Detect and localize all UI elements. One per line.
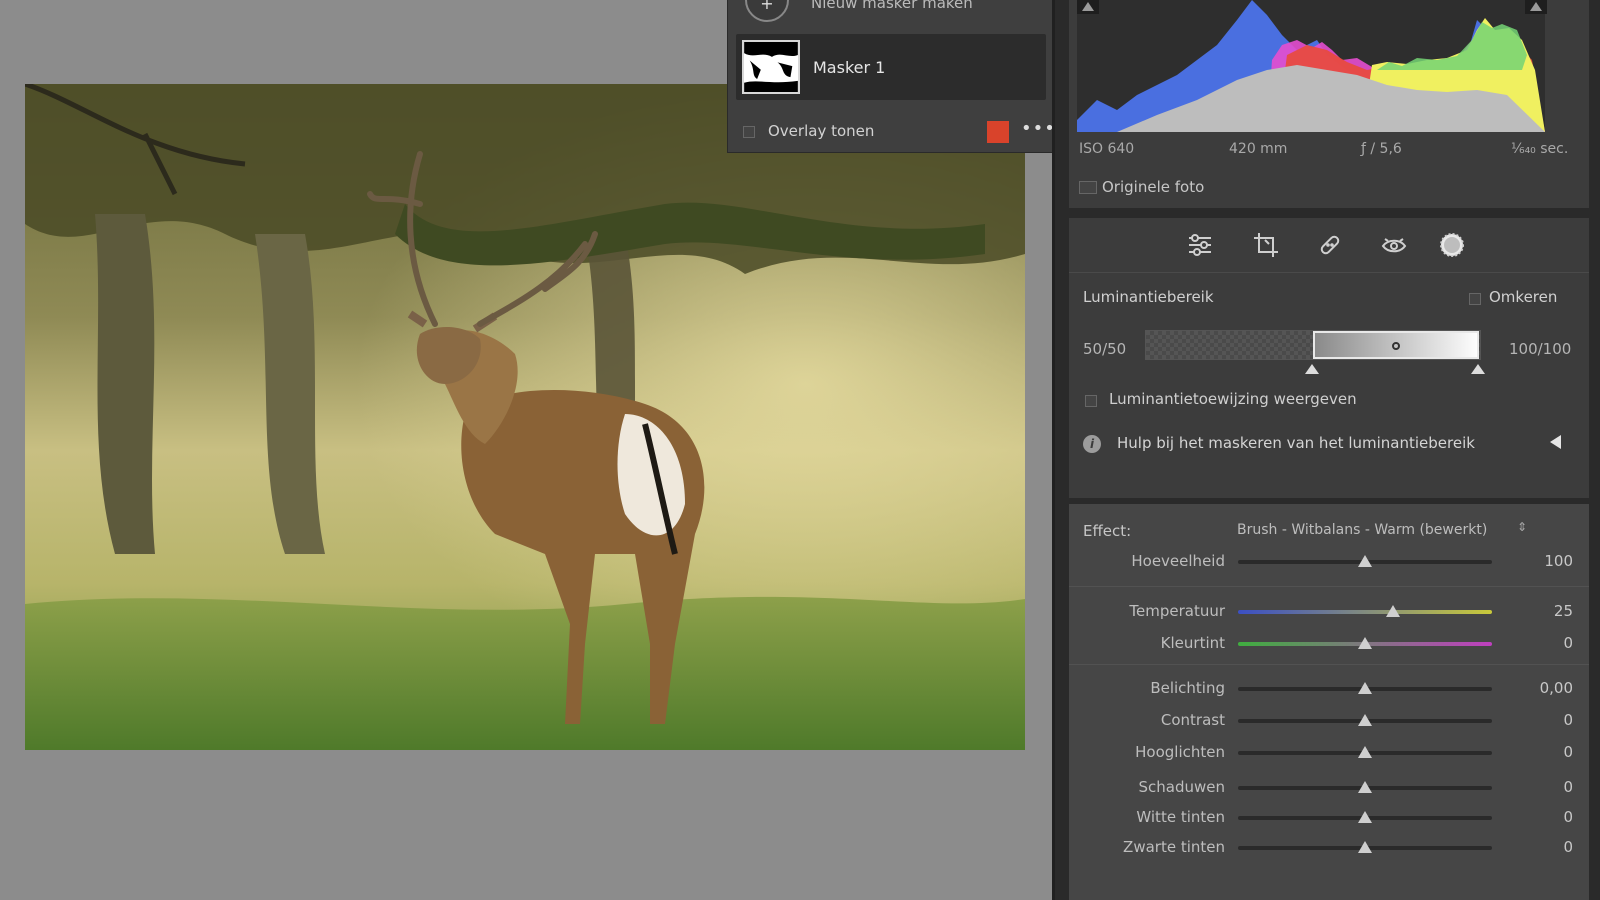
slider-value[interactable]: 100 [1544, 552, 1573, 570]
shutter-value: ¹⁄₆₄₀ sec. [1511, 141, 1569, 157]
histogram-panel: ISO 640 420 mm ƒ / 5,6 ¹⁄₆₄₀ sec. Origin… [1069, 0, 1589, 208]
original-photo-label[interactable]: Originele foto [1102, 178, 1204, 196]
histogram-graph [1077, 0, 1545, 132]
overlay-checkbox[interactable] [743, 126, 755, 138]
luminance-high-handle[interactable] [1471, 364, 1485, 374]
slider-value[interactable]: 0 [1563, 778, 1573, 796]
slider-value[interactable]: 25 [1554, 602, 1573, 620]
redeye-icon[interactable] [1379, 230, 1409, 260]
slider-row: Zwarte tinten 0 [1069, 836, 1589, 860]
slider-value[interactable]: 0 [1563, 711, 1573, 729]
sliders-icon[interactable] [1185, 230, 1215, 260]
iso-value: ISO 640 [1079, 141, 1135, 157]
new-mask-row[interactable]: + Nieuw masker maken [728, 0, 1053, 28]
luminance-help-label: Hulp bij het maskeren van het luminantie… [1117, 434, 1475, 452]
mask-panel: + Nieuw masker maken Masker 1 Overlay to… [727, 0, 1056, 153]
focal-length-value: 420 mm [1229, 141, 1288, 157]
mask-item[interactable]: Masker 1 [736, 34, 1046, 100]
slider-value[interactable]: 0,00 [1540, 679, 1573, 697]
histogram[interactable] [1077, 0, 1545, 132]
mask-icon[interactable] [1437, 230, 1467, 260]
effect-label: Effect: [1083, 522, 1132, 540]
plus-icon: + [760, 0, 774, 13]
luminance-help-row[interactable]: i Hulp bij het maskeren van het luminant… [1083, 432, 1573, 456]
info-icon: i [1083, 435, 1101, 453]
slider-thumb[interactable] [1358, 841, 1372, 853]
slider-row: Hoeveelheid 100 [1069, 550, 1589, 574]
luminance-range-title: Luminantiebereik [1083, 288, 1214, 306]
slider-thumb[interactable] [1358, 682, 1372, 694]
slider-value[interactable]: 0 [1563, 838, 1573, 856]
luminance-map-checkbox[interactable] [1085, 395, 1097, 407]
effect-panel: Effect: Brush - Witbalans - Warm (bewerk… [1069, 504, 1589, 900]
slider-value[interactable]: 0 [1563, 634, 1573, 652]
slider-thumb[interactable] [1358, 781, 1372, 793]
overlay-row: Overlay tonen ••• [728, 118, 1056, 146]
healing-icon[interactable] [1315, 230, 1345, 260]
slider-row: Witte tinten 0 [1069, 806, 1589, 830]
crop-icon[interactable] [1251, 230, 1281, 260]
slider-label: Zwarte tinten [1123, 838, 1225, 856]
exif-info: ISO 640 420 mm ƒ / 5,6 ¹⁄₆₄₀ sec. [1079, 141, 1569, 161]
highlight-clipping-icon[interactable] [1525, 0, 1547, 14]
mask-tool-panel: Luminantiebereik Omkeren 50/50 100/100 L… [1069, 218, 1589, 498]
shadow-clipping-icon[interactable] [1077, 0, 1099, 14]
luminance-right-value: 100/100 [1509, 340, 1572, 358]
slider-value[interactable]: 0 [1563, 808, 1573, 826]
luminance-map-label[interactable]: Luminantietoewijzing weergeven [1109, 390, 1357, 408]
luminance-low-handle[interactable] [1305, 364, 1319, 374]
mask-thumbnail [742, 40, 800, 94]
photo-fallow-deer[interactable] [25, 84, 1025, 750]
mask-name: Masker 1 [813, 58, 886, 77]
slider-track[interactable] [1238, 610, 1492, 614]
photo-canvas[interactable]: + Nieuw masker maken Masker 1 Overlay to… [0, 0, 1056, 900]
slider-row: Contrast 0 [1069, 709, 1589, 733]
invert-label[interactable]: Omkeren [1489, 288, 1557, 306]
slider-label: Schaduwen [1138, 778, 1226, 796]
slider-thumb[interactable] [1358, 811, 1372, 823]
slider-label: Hooglichten [1135, 743, 1225, 761]
tool-strip [1069, 218, 1589, 273]
collapse-arrow-icon[interactable] [1550, 435, 1561, 449]
slider-label: Contrast [1160, 711, 1225, 729]
slider-thumb[interactable] [1358, 714, 1372, 726]
slider-thumb[interactable] [1385, 605, 1400, 617]
slider-value[interactable]: 0 [1563, 743, 1573, 761]
overlay-color-swatch[interactable] [987, 121, 1009, 143]
new-mask-button[interactable]: + [745, 0, 789, 22]
slider-thumb[interactable] [1358, 746, 1372, 758]
overlay-label[interactable]: Overlay tonen [768, 122, 874, 140]
luminance-center-handle[interactable] [1392, 342, 1400, 350]
slider-row: Schaduwen 0 [1069, 776, 1589, 800]
slider-thumb[interactable] [1358, 637, 1372, 649]
slider-label: Hoeveelheid [1131, 552, 1225, 570]
original-photo-checkbox[interactable] [1079, 181, 1097, 194]
dropdown-caret-icon[interactable]: ⇕ [1517, 520, 1527, 534]
slider-divider [1069, 664, 1589, 665]
effect-preset-dropdown[interactable]: Brush - Witbalans - Warm (bewerkt) [1237, 522, 1487, 538]
new-mask-label[interactable]: Nieuw masker maken [811, 0, 973, 12]
slider-label: Belichting [1150, 679, 1225, 697]
luminance-left-value: 50/50 [1083, 340, 1127, 358]
slider-label: Witte tinten [1136, 808, 1225, 826]
slider-divider [1069, 586, 1589, 587]
slider-label: Kleurtint [1160, 634, 1225, 652]
photo-image [25, 84, 1025, 750]
mask-thumbnail-image [744, 42, 798, 92]
invert-checkbox[interactable] [1469, 293, 1481, 305]
slider-row: Temperatuur 25 [1069, 600, 1589, 624]
develop-right-panel: ISO 640 420 mm ƒ / 5,6 ¹⁄₆₄₀ sec. Origin… [1052, 0, 1600, 900]
slider-row: Hooglichten 0 [1069, 741, 1589, 765]
luminance-range-selection[interactable] [1313, 331, 1479, 359]
luminance-range-slider[interactable] [1145, 330, 1481, 360]
slider-row: Kleurtint 0 [1069, 632, 1589, 656]
more-options-icon[interactable]: ••• [1021, 118, 1056, 139]
slider-label: Temperatuur [1129, 602, 1225, 620]
aperture-value: ƒ / 5,6 [1361, 141, 1402, 157]
slider-thumb[interactable] [1358, 555, 1372, 567]
slider-row: Belichting 0,00 [1069, 677, 1589, 701]
